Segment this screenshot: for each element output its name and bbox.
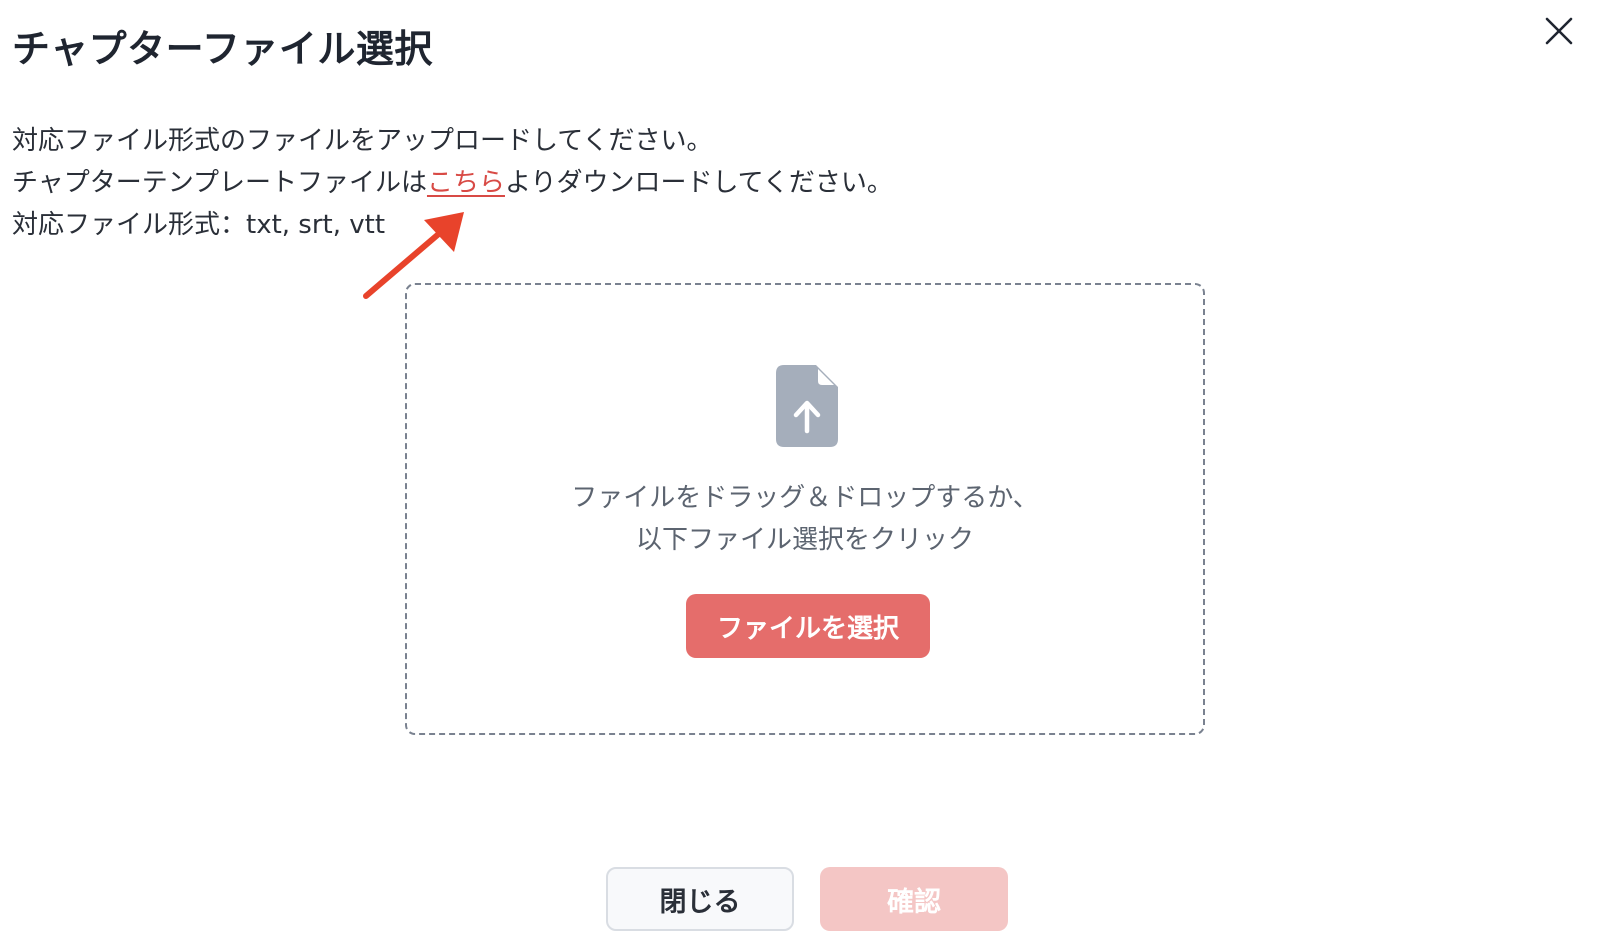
supported-formats: 対応ファイル形式：txt, srt, vtt (12, 210, 386, 240)
instruction-line-2: チャプターテンプレートファイルはこちらよりダウンロードしてください。 (12, 162, 893, 204)
template-download-link[interactable]: こちら (427, 168, 505, 198)
confirm-button[interactable]: 確認 (820, 867, 1008, 931)
chapter-file-dialog: チャプターファイル選択 対応ファイル形式のファイルをアップロードしてください。 … (0, 0, 1620, 942)
select-file-button[interactable]: ファイルを選択 (686, 594, 930, 658)
file-upload-icon (776, 365, 838, 447)
close-icon (1545, 17, 1573, 45)
close-button[interactable]: 閉じる (606, 867, 794, 931)
dialog-title: チャプターファイル選択 (12, 27, 433, 71)
dropzone-text-line-1: ファイルをドラッグ＆ドロップするか、 (571, 483, 1039, 513)
instruction-line-1: 対応ファイル形式のファイルをアップロードしてください。 (12, 126, 713, 156)
dropzone-instructions: ファイルをドラッグ＆ドロップするか、 以下ファイル選択をクリック (407, 477, 1203, 561)
instructions: 対応ファイル形式のファイルをアップロードしてください。 チャプターテンプレートフ… (12, 120, 893, 246)
dropzone-text-line-2: 以下ファイル選択をクリック (635, 525, 974, 555)
file-dropzone[interactable]: ファイルをドラッグ＆ドロップするか、 以下ファイル選択をクリック ファイルを選択 (405, 283, 1205, 735)
instruction-line-2-suffix: よりダウンロードしてください。 (504, 168, 893, 198)
instruction-line-2-prefix: チャプターテンプレートファイルは (12, 168, 427, 198)
close-dialog-button[interactable] (1542, 14, 1576, 48)
